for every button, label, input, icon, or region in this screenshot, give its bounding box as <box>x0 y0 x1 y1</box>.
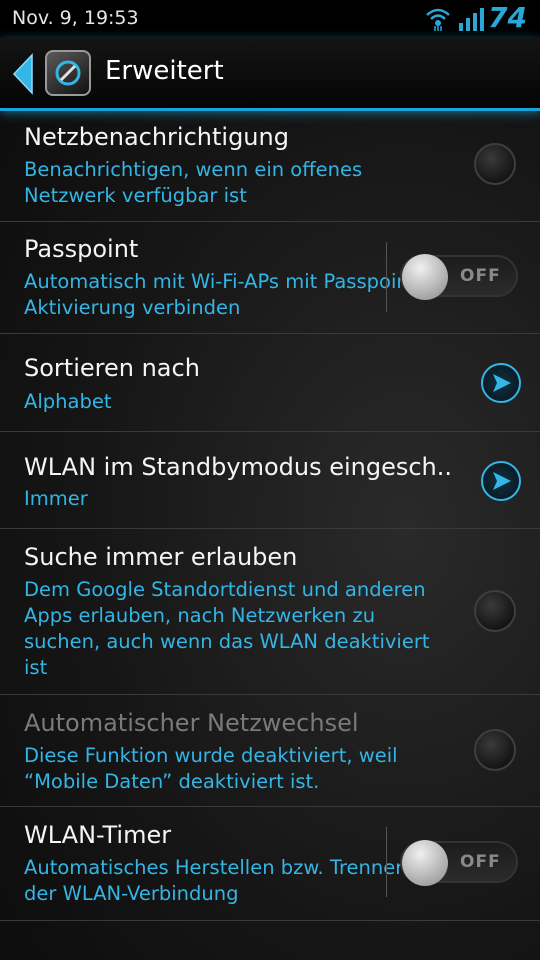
item-summary: Benachrichtigen, wenn ein offenes Netzwe… <box>24 158 363 207</box>
list-item-sortieren[interactable]: Sortieren nach Alphabet <box>0 334 540 432</box>
toggle-state: OFF <box>460 852 501 872</box>
item-title: Suche immer erlauben <box>24 543 298 571</box>
status-time: Nov. 9, 19:53 <box>12 7 139 29</box>
toggle-state: OFF <box>460 266 501 286</box>
toggle-knob <box>402 840 448 886</box>
item-title: Netzbenachrichtigung <box>24 123 289 151</box>
toggle-knob <box>402 254 448 300</box>
page-title: Erweitert <box>105 56 224 86</box>
wifi-settings-app-icon[interactable] <box>45 50 91 96</box>
list-item-netzwechsel: Automatischer Netzwechsel Diese Funktion… <box>0 695 540 807</box>
action-bar: Erweitert <box>0 38 540 111</box>
checkbox <box>474 729 516 771</box>
checkbox[interactable] <box>474 143 516 185</box>
item-summary: Dem Google Standortdienst und anderen Ap… <box>24 578 430 679</box>
item-title: Automatischer Netzwechsel <box>24 709 359 737</box>
divider <box>386 242 387 312</box>
status-bar: Nov. 9, 19:53 74 <box>0 0 540 38</box>
list-item-suche-erlauben[interactable]: Suche immer erlauben Dem Google Standort… <box>0 529 540 695</box>
item-summary: Automatisches Herstellen bzw. Trennen de… <box>24 856 408 905</box>
item-summary: Alphabet <box>24 390 112 413</box>
signal-icon <box>458 7 486 35</box>
divider <box>386 827 387 897</box>
battery-level: 74 <box>488 1 527 34</box>
item-title: Sortieren nach <box>24 354 200 382</box>
item-title: Passpoint <box>24 235 139 263</box>
list-item-wlan-timer[interactable]: WLAN-Timer Automatisches Herstellen bzw.… <box>0 807 540 921</box>
arrow-right-icon[interactable] <box>481 461 521 501</box>
item-summary: Immer <box>24 487 88 510</box>
arrow-right-icon[interactable] <box>481 363 521 403</box>
item-title: WLAN im Standbymodus eingesch.. <box>24 453 453 481</box>
settings-list: Netzbenachrichtigung Benachrichtigen, we… <box>0 111 540 921</box>
item-title: WLAN-Timer <box>24 821 172 849</box>
list-item-passpoint[interactable]: Passpoint Automatisch mit Wi-Fi-APs mit … <box>0 222 540 334</box>
list-item-standbymodus[interactable]: WLAN im Standbymodus eingesch.. Immer <box>0 432 540 529</box>
toggle-switch[interactable]: OFF <box>400 840 518 886</box>
back-icon[interactable] <box>10 53 36 99</box>
checkbox[interactable] <box>474 590 516 632</box>
item-summary: Automatisch mit Wi-Fi-APs mit Passpoint-… <box>24 270 424 319</box>
item-summary: Diese Funktion wurde deaktiviert, weil “… <box>24 744 398 793</box>
list-item-netzbenachrichtigung[interactable]: Netzbenachrichtigung Benachrichtigen, we… <box>0 111 540 222</box>
toggle-switch[interactable]: OFF <box>400 254 518 300</box>
wifi-icon <box>424 6 452 36</box>
